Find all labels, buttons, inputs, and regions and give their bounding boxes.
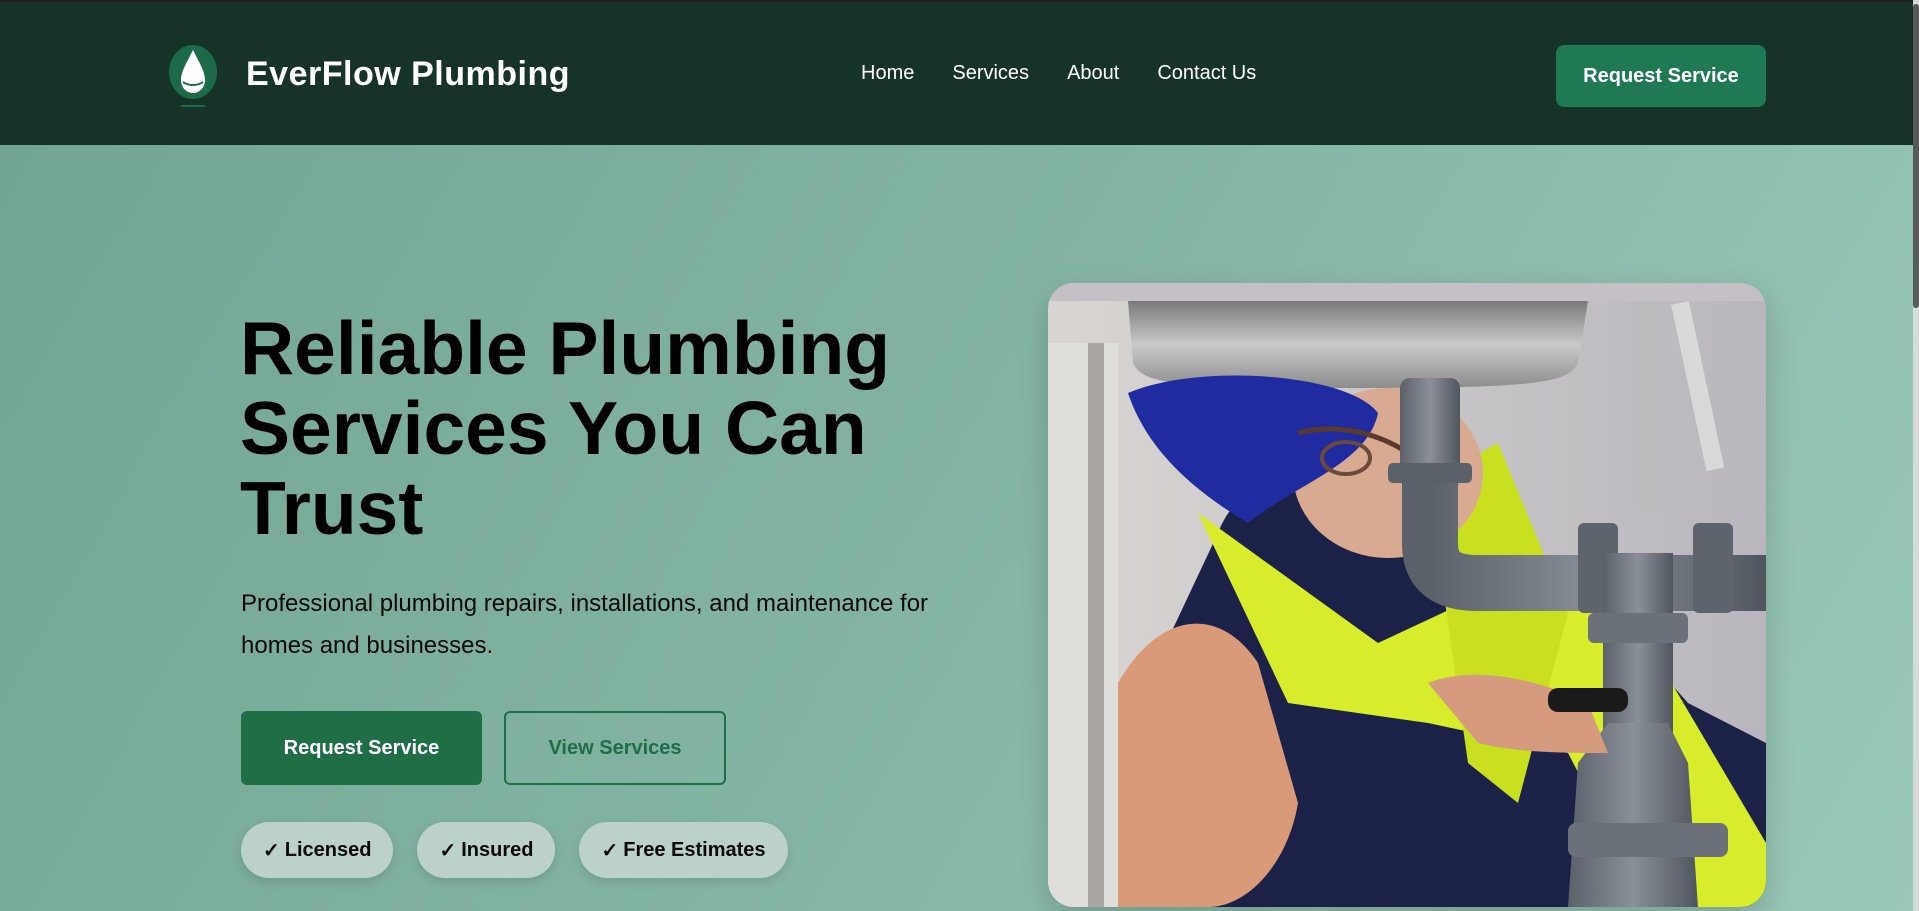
- nav-contact-us[interactable]: Contact Us: [1157, 62, 1256, 85]
- plumber-photo: [1048, 283, 1766, 907]
- badge-label: Free Estimates: [623, 838, 766, 861]
- nav-services[interactable]: Services: [952, 62, 1029, 85]
- header-request-service-button[interactable]: Request Service: [1556, 45, 1766, 107]
- scrollbar-thumb[interactable]: [1913, 4, 1919, 308]
- water-drop-icon: [169, 45, 217, 107]
- logo[interactable]: [168, 42, 218, 112]
- view-services-button[interactable]: View Services: [504, 711, 726, 785]
- hero-title: Reliable Plumbing Services You Can Trust: [240, 306, 891, 550]
- main-nav: Home Services About Contact Us: [861, 62, 1256, 85]
- check-icon: ✓: [601, 839, 619, 862]
- badge-licensed: ✓ Licensed: [241, 822, 394, 878]
- badge-label: Licensed: [284, 838, 372, 861]
- request-service-button[interactable]: Request Service: [241, 711, 482, 785]
- nav-home[interactable]: Home: [861, 62, 914, 85]
- page-scrollbar[interactable]: [1913, 0, 1919, 911]
- badge-free-estimates: ✓ Free Estimates: [579, 822, 788, 878]
- site-header: EverFlow Plumbing Home Services About Co…: [0, 0, 1919, 145]
- badge-insured: ✓ Insured: [417, 822, 556, 878]
- trust-badges: ✓ Licensed ✓ Insured ✓ Free Estimates: [241, 822, 788, 878]
- plumber-illustration: [1048, 283, 1766, 907]
- badge-label: Insured: [461, 838, 534, 861]
- nav-about[interactable]: About: [1067, 62, 1119, 85]
- brand-name[interactable]: EverFlow Plumbing: [246, 55, 570, 94]
- check-icon: ✓: [439, 839, 457, 862]
- hero-subtitle: Professional plumbing repairs, installat…: [241, 590, 929, 659]
- check-icon: ✓: [263, 839, 280, 862]
